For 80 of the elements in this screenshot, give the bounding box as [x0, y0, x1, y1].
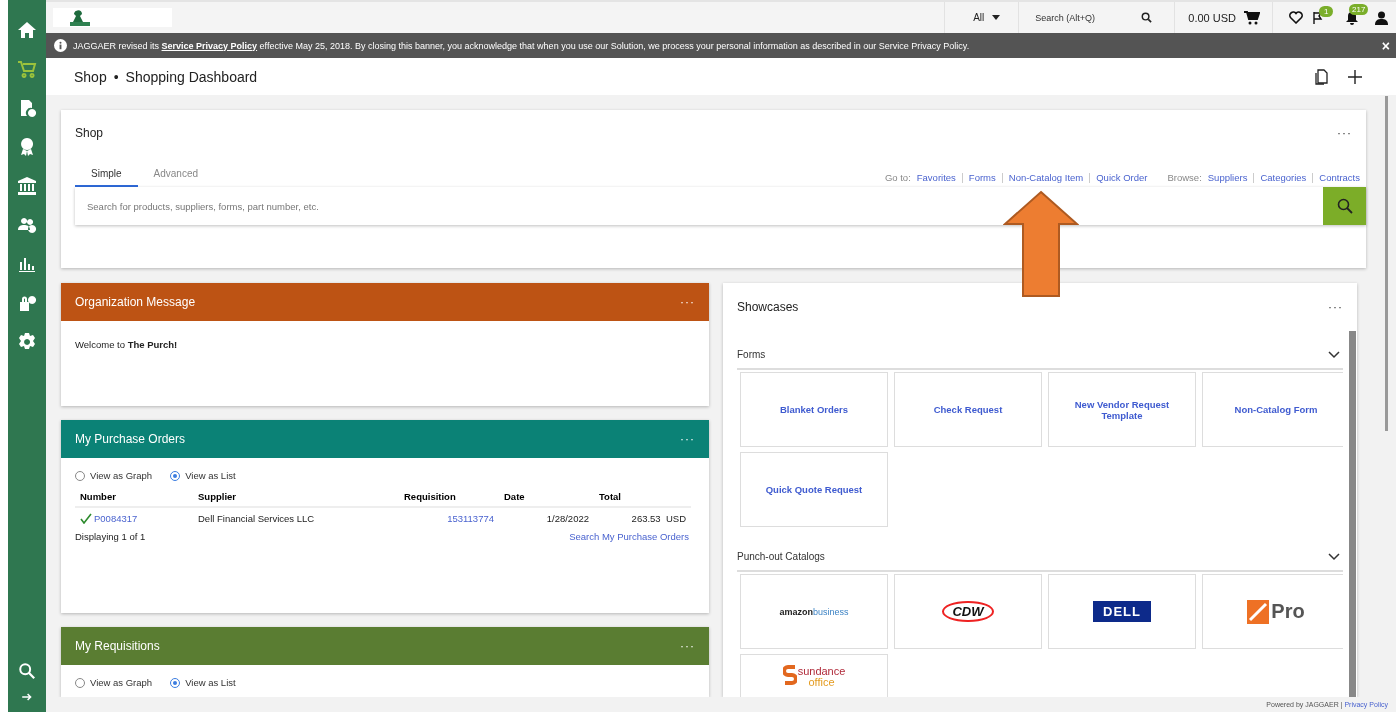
form-tile[interactable]: Check Request	[894, 372, 1042, 447]
documents-icon[interactable]	[1314, 68, 1328, 85]
page-title: Shopping Dashboard	[125, 68, 258, 85]
view-option[interactable]: View as Graph	[75, 677, 153, 688]
close-button[interactable]: ×	[1381, 37, 1390, 54]
card-title: My Requisitions	[75, 639, 160, 653]
goto-link[interactable]: Non-Catalog Item	[1008, 172, 1084, 183]
add-icon[interactable]	[1348, 69, 1362, 84]
notification-badge: 217	[1349, 3, 1369, 15]
home-icon	[17, 19, 37, 40]
more-menu-button[interactable]: ···	[1323, 126, 1366, 140]
record-count: Displaying 1 of 1	[75, 531, 146, 542]
more-menu-button[interactable]: ···	[666, 295, 709, 309]
view-option[interactable]: View as List	[170, 677, 236, 688]
column-header: Total	[594, 487, 691, 507]
goto-link[interactable]: Favorites	[916, 172, 956, 183]
table-cell: 263.53 USD	[594, 507, 691, 529]
browse-label: Browse:	[1167, 172, 1202, 183]
more-menu-button[interactable]: ···	[666, 639, 709, 653]
more-menu-button[interactable]: ···	[1314, 300, 1357, 314]
column-header: Supplier	[193, 487, 399, 507]
arrow-right-icon	[21, 691, 33, 703]
form-tile[interactable]: Quick Quote Request	[740, 452, 888, 527]
form-tile[interactable]: New Vendor Request Template	[1048, 372, 1196, 447]
bank-icon	[17, 175, 37, 196]
catalog-tile[interactable]: CDW	[894, 574, 1042, 649]
goto-link[interactable]: Quick Order	[1096, 172, 1148, 183]
goto-link[interactable]: Forms	[968, 172, 996, 183]
column-header: Number	[75, 487, 193, 507]
chevron-icon	[1328, 552, 1340, 561]
browse-link[interactable]: Contracts	[1319, 172, 1360, 183]
card-title: Showcases	[737, 300, 799, 314]
column-header: Requisition	[399, 487, 499, 507]
user-icon[interactable]	[1375, 10, 1388, 25]
more-menu-button[interactable]: ···	[666, 432, 709, 446]
product-search-field[interactable]: Search for products, suppliers, forms, part number, etc.	[75, 187, 1323, 225]
logo[interactable]	[53, 8, 172, 27]
view-option[interactable]: View as List	[170, 470, 236, 481]
search-icon	[1141, 12, 1153, 23]
browse-link[interactable]: Suppliers	[1207, 172, 1248, 183]
requisition-link[interactable]: 153113774	[447, 513, 494, 524]
caret-icon	[992, 15, 1001, 20]
card-title: Organization Message	[75, 295, 196, 309]
form-tile[interactable]: Blanket Orders	[740, 372, 888, 447]
section-header[interactable]: Punch-out Catalogs	[737, 541, 1343, 572]
breadcrumb-item[interactable]: Shop	[74, 68, 107, 85]
search-orders-link[interactable]: Search My Purchase Orders	[569, 531, 689, 542]
chevron-icon	[1328, 350, 1340, 359]
cart-icon	[1244, 10, 1260, 25]
notification-badge: 1	[1319, 5, 1334, 17]
view-option[interactable]: View as Graph	[75, 470, 153, 481]
section-header[interactable]: Forms	[737, 339, 1343, 370]
settings-icon	[17, 331, 37, 352]
logo-icon	[68, 8, 92, 27]
search-tab[interactable]: Advanced	[137, 164, 215, 187]
goto-label: Go to:	[884, 172, 911, 183]
cart-icon	[17, 58, 37, 79]
global-search-field[interactable]: Search (Alt+Q)	[1033, 11, 1138, 24]
welcome-message: Welcome to The Purch!	[75, 339, 178, 350]
catalog-tile[interactable]: amazonbusiness	[740, 574, 888, 649]
flag-icon[interactable]	[1313, 11, 1323, 24]
info-icon	[54, 39, 67, 52]
order-number-link[interactable]: P0084317	[94, 513, 138, 524]
search-icon	[18, 662, 36, 680]
banner-text: JAGGAER revised its Service Privacy Policy effective May 25, 2018. By closing this banner, you acknowledge that when you use our Solution, we process your personal information as described in our Service Privacy Policy.	[73, 40, 971, 51]
column-header: Date	[499, 487, 594, 507]
breadcrumb-separator: •	[113, 68, 119, 85]
table-cell: 1/28/2022	[499, 507, 594, 529]
table-cell: Dell Financial Services LLC	[193, 507, 399, 529]
search-icon	[1336, 198, 1353, 214]
scrollbar[interactable]	[1349, 331, 1356, 697]
card-title: My Purchase Orders	[75, 432, 186, 446]
catalog-tile[interactable]: DELL	[1048, 574, 1196, 649]
square-logo-icon	[1247, 599, 1270, 624]
card-title: Shop	[75, 126, 104, 140]
search-button[interactable]	[1323, 187, 1366, 225]
browse-link[interactable]: Categories	[1260, 172, 1307, 183]
privacy-policy-link[interactable]: Service Privacy Policy	[161, 40, 258, 51]
scrollbar[interactable]	[1385, 96, 1388, 431]
heart-icon[interactable]	[1289, 11, 1303, 24]
